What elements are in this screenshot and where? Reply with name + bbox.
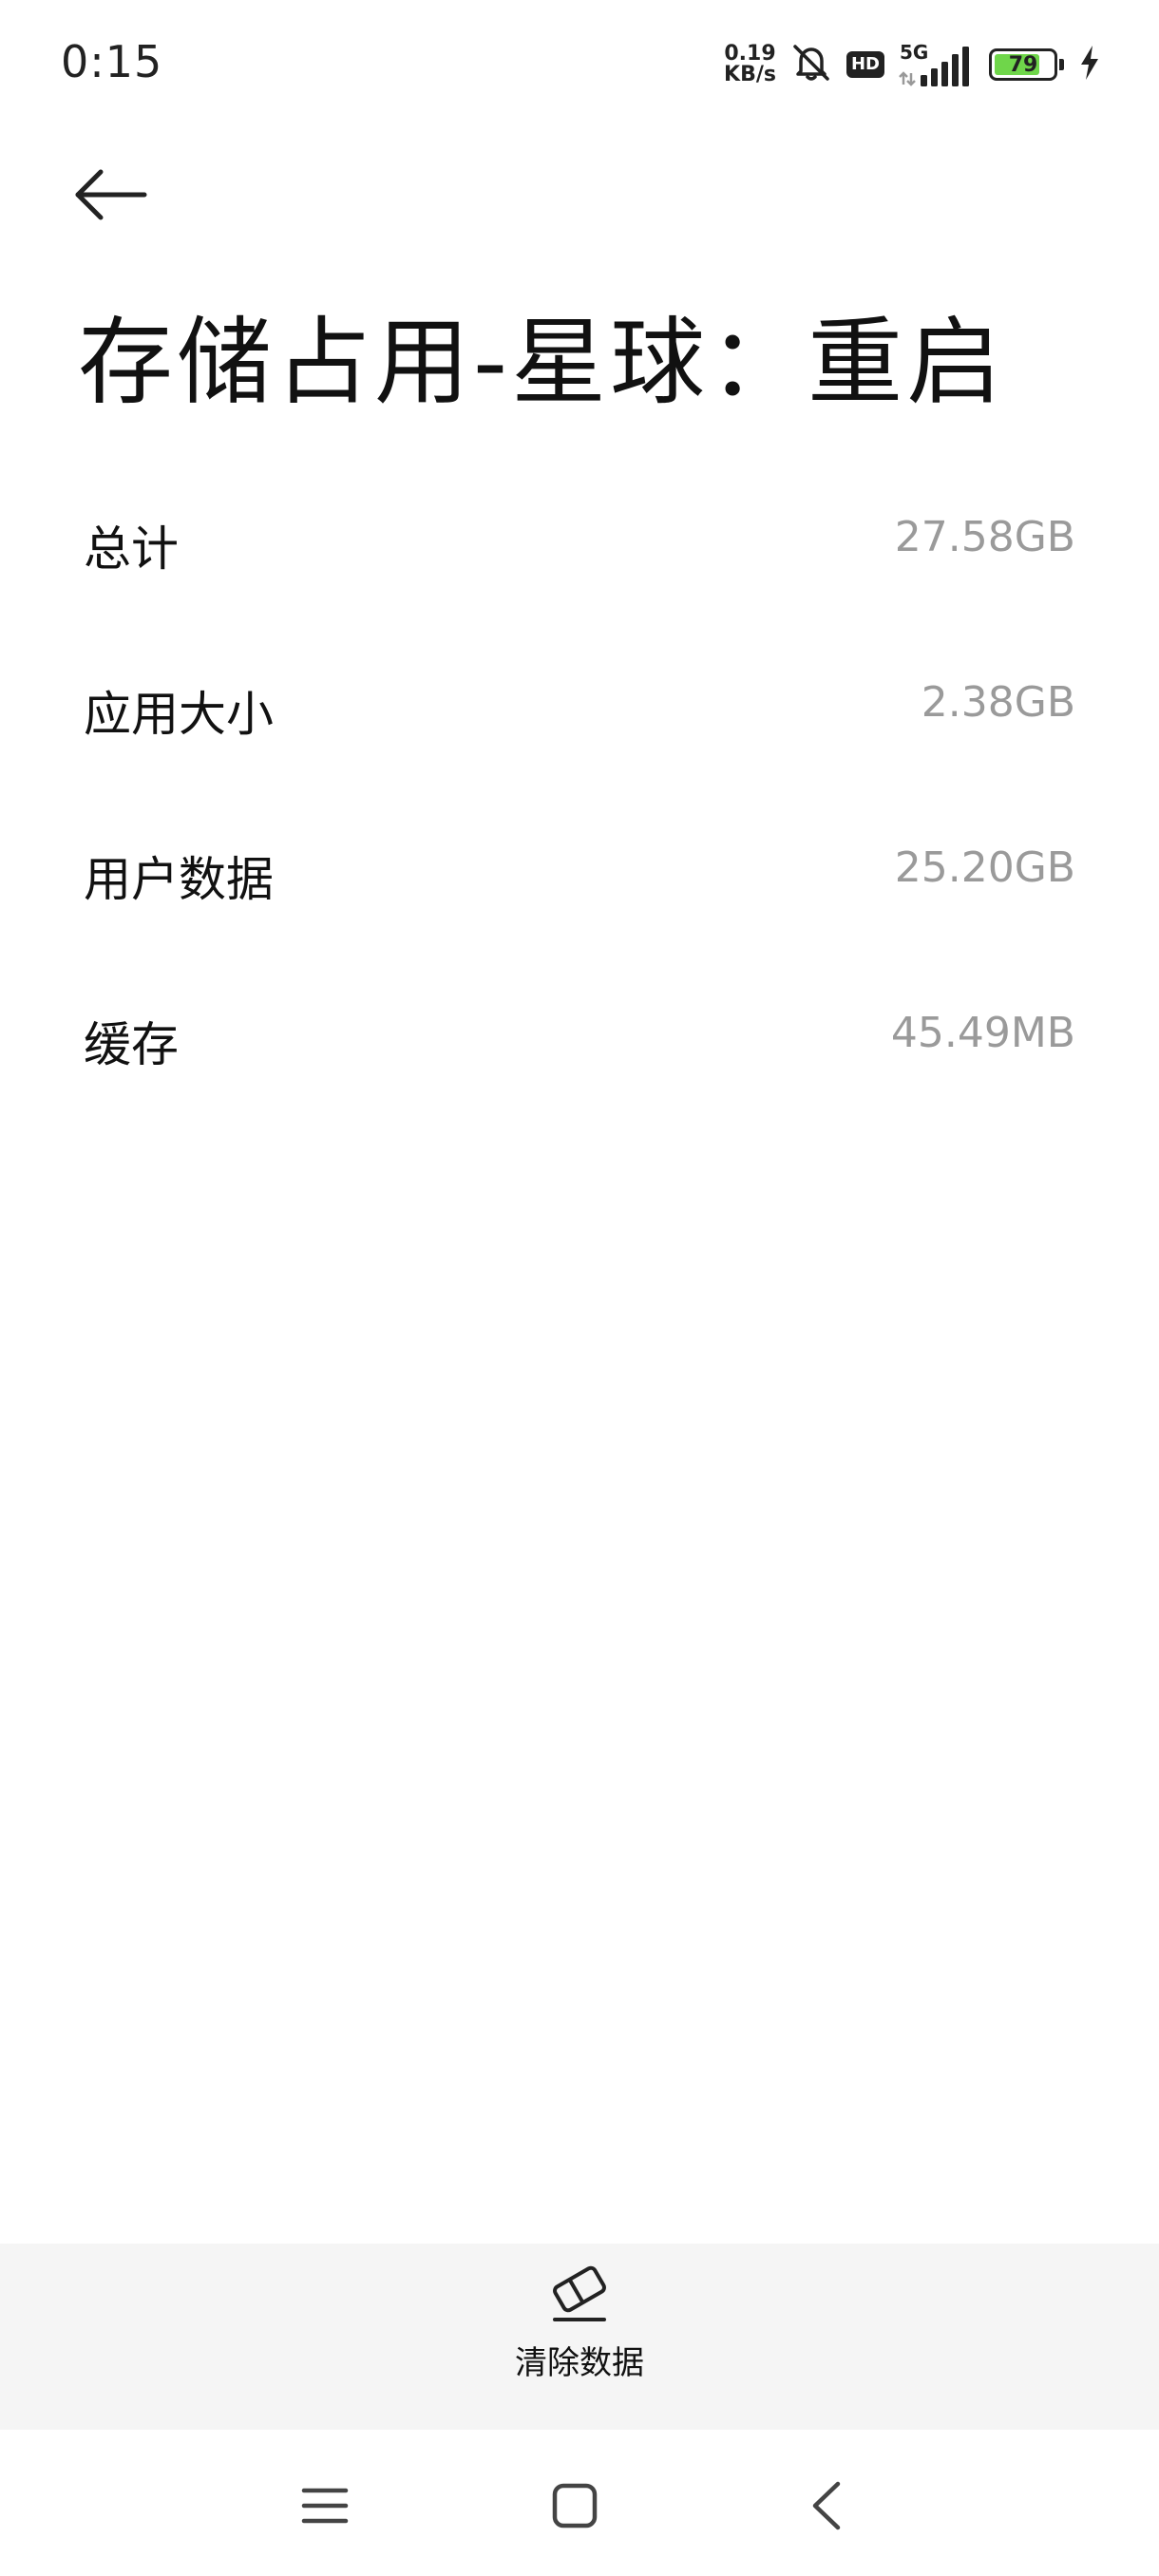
action-bar: 清除数据 [0,2244,1159,2430]
status-bar: 0:15 0.19 KB/s HD 5G 79 [0,0,1159,133]
net-speed-value: 0.19 [724,42,776,66]
clear-data-label: 清除数据 [515,2344,644,2382]
storage-value: 2.38GB [921,678,1075,727]
signal-icon: 5G [898,41,976,88]
mute-notifications-icon [789,41,833,88]
net-speed-unit: KB/s [724,63,776,86]
battery-level: 79 [1008,52,1038,77]
page-title: 存储占用-星球：重启 [78,307,1006,418]
storage-list: 总计 27.58GB 应用大小 2.38GB 用户数据 25.20GB 缓存 4… [0,464,1159,1125]
battery-tip [1059,59,1064,70]
storage-label: 缓存 [84,1017,179,1072]
storage-label: 总计 [84,521,179,577]
storage-label: 应用大小 [84,687,274,742]
menu-icon [301,2488,349,2524]
storage-label: 用户数据 [84,852,274,907]
storage-value: 25.20GB [894,843,1075,892]
clear-data-button[interactable]: 清除数据 [437,2261,722,2413]
nav-back-button[interactable] [779,2458,874,2553]
battery-icon: 79 [989,48,1057,81]
storage-value: 45.49MB [890,1009,1075,1057]
home-button[interactable] [527,2458,622,2553]
status-time: 0:15 [61,36,163,87]
eraser-icon [553,2265,606,2321]
back-arrow-icon [75,169,147,220]
storage-value: 27.58GB [894,513,1075,561]
back-button[interactable] [70,152,165,237]
status-icons: 0.19 KB/s HD 5G 79 [724,38,1102,91]
hd-icon: HD [846,51,884,78]
navigation-bar [0,2430,1159,2576]
net-speed: 0.19 KB/s [724,44,776,85]
storage-row-cache: 缓存 45.49MB [0,959,1159,1125]
storage-row-app-size: 应用大小 2.38GB [0,629,1159,794]
storage-row-user-data: 用户数据 25.20GB [0,794,1159,959]
recent-apps-button[interactable] [277,2458,372,2553]
charging-icon [1077,44,1102,85]
app-screen: 0:15 0.19 KB/s HD 5G 79 存储占用-星球：重启 总计 27… [0,0,1159,2576]
home-icon [552,2483,598,2529]
back-icon [812,2481,841,2530]
storage-row-total: 总计 27.58GB [0,464,1159,629]
